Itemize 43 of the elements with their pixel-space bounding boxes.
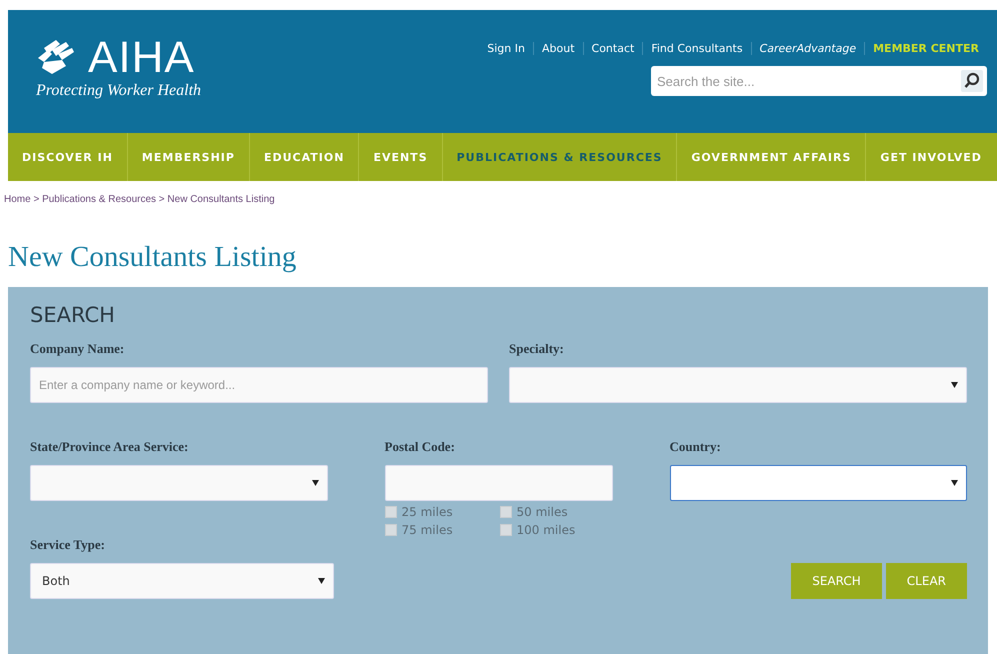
field-label: Country:	[670, 439, 722, 455]
top-link[interactable]: MEMBER CENTER	[864, 42, 987, 55]
field-label: State/Province Area Service:	[30, 439, 190, 455]
specialty-select[interactable]	[509, 367, 967, 403]
caret-icon	[318, 578, 325, 584]
postal-code-field[interactable]	[384, 465, 612, 501]
company-name-field[interactable]: Enter a company name or keyword...	[30, 367, 488, 403]
distance-checkbox[interactable]: 50 miles	[500, 503, 614, 521]
page-title: New Consultants Listing	[8, 241, 298, 274]
caret-icon	[951, 480, 958, 486]
top-link[interactable]: CareerAdvantage	[750, 42, 864, 55]
nav-item[interactable]: EVENTS	[359, 133, 443, 181]
search-field[interactable]: Search the site...	[651, 66, 957, 96]
top-link[interactable]: Find Consultants	[642, 42, 751, 55]
distance-checkbox[interactable]: 25 miles	[384, 503, 500, 521]
search-button[interactable]: SEARCH	[791, 563, 882, 599]
caret-icon	[312, 480, 318, 486]
top-link[interactable]: Sign In	[479, 42, 533, 55]
country-select[interactable]	[670, 465, 967, 501]
state-select[interactable]	[30, 465, 328, 501]
distance-checkbox[interactable]: 75 miles	[384, 521, 500, 539]
field-label: Postal Code:	[384, 439, 456, 455]
logo-text: AIHA	[88, 38, 195, 78]
top-link[interactable]: Contact	[582, 42, 642, 55]
clear-button[interactable]: CLEAR	[886, 563, 967, 599]
top-link[interactable]: About	[532, 42, 583, 55]
field-label: Specialty:	[509, 341, 565, 357]
service-type-select[interactable]: Both	[30, 563, 334, 599]
nav-item[interactable]: EDUCATION	[250, 133, 360, 181]
search-icon	[961, 70, 983, 92]
panel-title: SEARCH	[30, 303, 116, 327]
nav-item[interactable]: DISCOVER IH	[8, 133, 128, 181]
nav-item[interactable]: MEMBERSHIP	[128, 133, 250, 181]
breadcrumb: Home > Publications & Resources > New Consultants Listing	[4, 194, 276, 205]
field-label: Company Name:	[30, 341, 126, 357]
tagline: Protecting Worker Health	[36, 82, 202, 100]
search-button[interactable]	[957, 66, 987, 96]
caret-icon	[951, 382, 958, 388]
nav-item[interactable]: PUBLICATIONS & RESOURCES	[442, 133, 678, 181]
nav-item[interactable]: GOVERNMENT AFFAIRS	[677, 133, 866, 181]
distance-checkbox[interactable]: 100 miles	[500, 521, 614, 539]
field-label: Service Type:	[30, 537, 106, 553]
nav-item[interactable]: GET INVOLVED	[866, 133, 996, 181]
